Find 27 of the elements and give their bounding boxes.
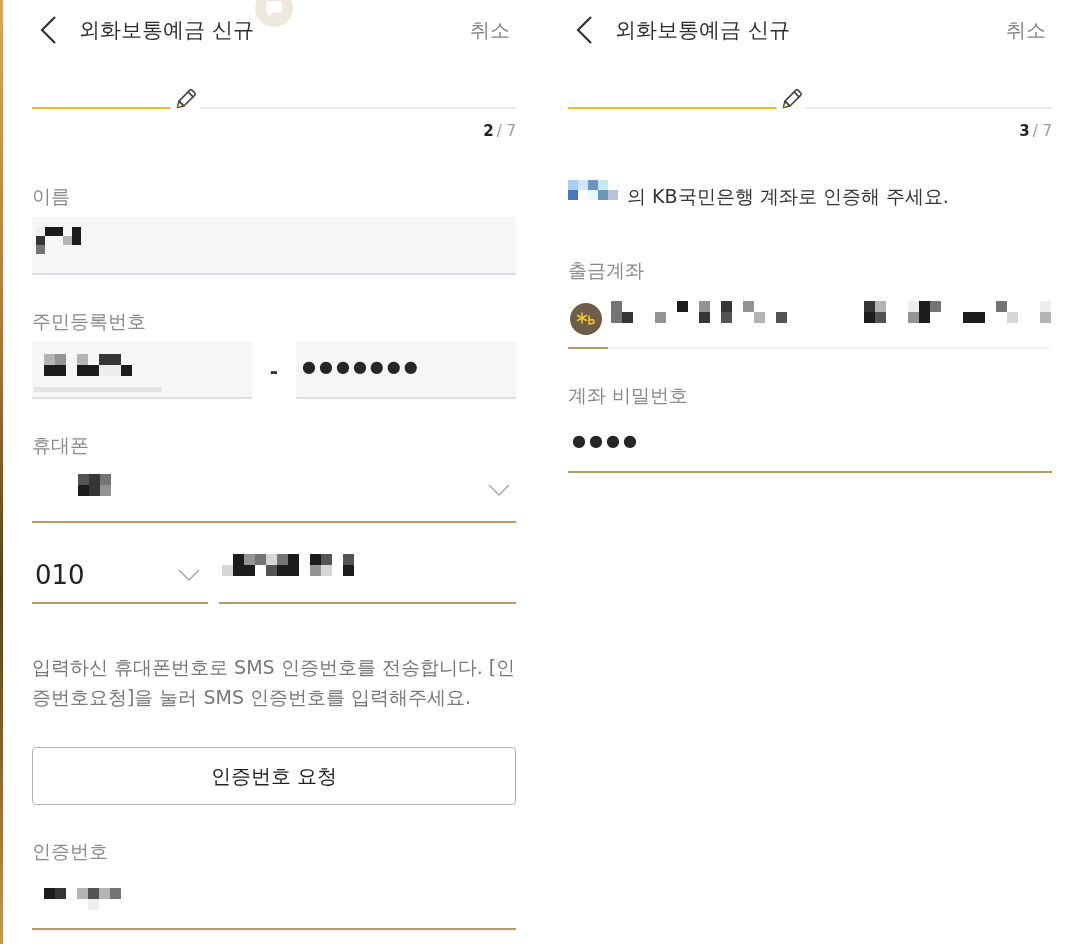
step-counter: 3 / 7 [1019,122,1052,140]
step-counter: 2 / 7 [483,122,516,140]
field-label: 인증번호 [32,839,109,864]
bank-logo-icon [570,303,602,335]
chevron-left-icon [574,15,594,45]
request-code-button[interactable]: 인증번호 요청 [32,747,516,805]
id-number-back-field[interactable]: ●●●●●●● [296,342,516,399]
field-label: 이름 [32,184,71,209]
field-label: 주민등록번호 [32,309,147,334]
chevron-left-icon [38,15,58,45]
page-title: 외화보통예금 신규 [79,17,254,44]
area-code-select[interactable]: 010 [32,544,208,604]
chevron-down-icon [488,484,510,496]
greeting-text: 의 KB국민은행 계좌로 인증해 주세요. [627,184,949,209]
cancel-button[interactable]: 취소 [1002,12,1052,48]
field-label: 출금계좌 [568,258,645,283]
pixelated-text-drawing [36,227,81,254]
page-title: 외화보통예금 신규 [615,17,790,44]
field-label: 계좌 비밀번호 [568,383,690,408]
notice-text: 입력하신 휴대폰번호로 SMS 인증번호를 전송합니다. [인증번호요청]을 눌러 SMS 인증번호를 입력해주세요. [32,655,516,710]
field-label: 휴대폰 [32,433,90,458]
pixelated-text-drawing [78,474,111,496]
chevron-down-icon [178,569,200,581]
pixelated-text-drawing [568,180,618,200]
id-number-front-field[interactable] [32,342,252,399]
dash-separator: - [269,358,279,383]
cancel-button[interactable]: 취소 [466,12,516,48]
